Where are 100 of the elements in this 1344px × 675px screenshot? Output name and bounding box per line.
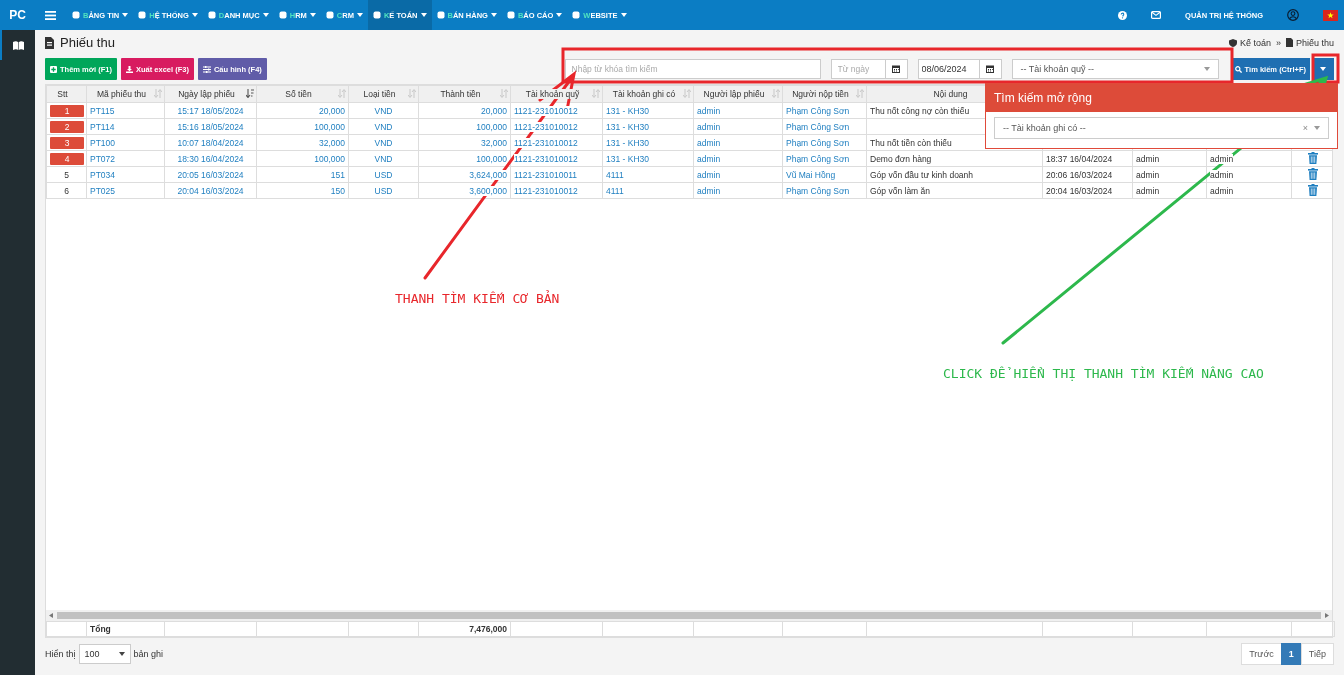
table-cell-link[interactable]: admin (697, 105, 721, 116)
table-cell-link[interactable]: 20:04 16/03/2024 (177, 185, 244, 196)
table-cell-link[interactable]: 100,000 (476, 153, 507, 164)
column-header[interactable]: Tài khoản quỹ (525, 89, 580, 99)
table-cell-link[interactable]: PT034 (90, 169, 116, 180)
column-header[interactable]: Thành tiền (440, 89, 481, 99)
table-cell-link[interactable]: 1121-231010011 (514, 169, 578, 180)
table-cell-link[interactable]: VND (374, 153, 393, 164)
table-cell-link[interactable]: 100,000 (476, 121, 507, 132)
table-cell-link[interactable]: 100,000 (314, 153, 345, 164)
table-cell-link[interactable]: PT072 (90, 153, 116, 164)
table-cell-link[interactable]: 10:07 18/04/2024 (177, 137, 244, 148)
pagination-button[interactable]: 1 (1280, 643, 1302, 665)
table-cell-link[interactable]: admin (697, 153, 721, 164)
table-cell-link[interactable]: 1121-231010012 (514, 121, 578, 132)
table-cell-link[interactable]: Vũ Mai Hồng (786, 169, 836, 180)
table-cell-link[interactable]: PT115 (90, 105, 115, 116)
sort-descending-icon[interactable] (246, 89, 254, 98)
trash-icon[interactable] (1308, 151, 1318, 164)
trash-icon[interactable] (1308, 167, 1318, 180)
help-icon[interactable] (1118, 10, 1128, 20)
scroll-left-icon[interactable] (49, 613, 53, 618)
table-cell-link[interactable]: 32,000 (319, 137, 345, 148)
table-cell-link[interactable]: 4111 (606, 169, 624, 180)
table-cell-link[interactable]: 1121-231010012 (514, 153, 578, 164)
table-cell-link[interactable]: VND (374, 105, 393, 116)
table-cell-link[interactable]: 1121-231010012 (514, 137, 578, 148)
calendar-button[interactable] (885, 59, 908, 79)
page-size-select[interactable]: 100 (78, 644, 131, 664)
calendar-icon (892, 65, 901, 73)
table-cell-link[interactable]: 3,600,000 (469, 185, 507, 196)
table-cell-link[interactable]: PT114 (90, 121, 115, 132)
brand-logo[interactable]: PC (0, 8, 35, 22)
table-cell-link[interactable]: admin (697, 137, 721, 148)
table-cell: admin (1136, 169, 1160, 180)
table-cell-link[interactable]: 32,000 (481, 137, 507, 148)
plus-icon (50, 65, 57, 73)
table-cell-link[interactable]: 131 - KH30 (606, 153, 649, 164)
to-date-field[interactable]: 08/06/2024 (917, 59, 980, 79)
table-cell-link[interactable]: 20,000 (319, 105, 345, 116)
scroll-right-icon[interactable] (1325, 613, 1329, 618)
table-cell-link[interactable]: 131 - KH30 (606, 137, 649, 148)
table-cell-link[interactable]: 15:17 18/05/2024 (177, 105, 244, 116)
pagination-button[interactable]: Tiếp (1300, 643, 1334, 665)
table-cell-link[interactable]: 131 - KH30 (606, 105, 649, 116)
table-cell-link[interactable]: 3,624,000 (469, 169, 507, 180)
table-cell-link[interactable]: PT100 (90, 137, 116, 148)
pagination-button[interactable]: Trước (1241, 643, 1282, 665)
column-header[interactable]: Loại tiền (363, 89, 396, 99)
column-header[interactable]: Mã phiếu thu (96, 89, 147, 99)
table-cell-link[interactable]: 1121-231010012 (514, 105, 578, 116)
trash-icon[interactable] (1308, 183, 1318, 196)
fund-account-select[interactable]: -- Tài khoản quỹ -- (1011, 59, 1219, 79)
flag-icon[interactable] (1323, 9, 1338, 21)
table-cell-link[interactable]: PT025 (90, 185, 116, 196)
column-header[interactable]: Nội dung (933, 89, 968, 99)
row-number-badge: 2 (50, 120, 84, 133)
table-cell-link[interactable]: USD (374, 185, 393, 196)
table-cell: admin (1210, 185, 1234, 196)
table-cell-link[interactable]: 150 (330, 185, 345, 196)
search-field[interactable]: Nhập từ khóa tìm kiếm (564, 59, 821, 79)
table-cell-link[interactable]: 131 - KH30 (606, 121, 649, 132)
table-cell-link[interactable]: admin (697, 185, 721, 196)
table-cell-link[interactable]: USD (374, 169, 393, 180)
column-header[interactable]: Người nộp tiền (792, 89, 849, 99)
table-cell-link[interactable]: 151 (330, 169, 345, 180)
column-header[interactable]: Ngày lập phiếu (178, 89, 235, 99)
column-header[interactable]: Stt (57, 89, 68, 99)
column-header[interactable]: Người lập phiếu (703, 89, 765, 99)
credit-account-select[interactable]: -- Tài khoản ghi có -- × (994, 117, 1329, 139)
table-cell-link[interactable]: 18:30 16/04/2024 (177, 153, 244, 164)
mail-icon[interactable] (1151, 11, 1162, 19)
table-cell-link[interactable]: VND (374, 137, 393, 148)
table-cell-link[interactable]: 100,000 (314, 121, 345, 132)
table-cell-link[interactable]: 4111 (606, 185, 624, 196)
caret-icon (1320, 67, 1326, 71)
column-header[interactable]: Tài khoản ghi có (612, 89, 676, 99)
book-icon (13, 40, 24, 50)
menu-icon[interactable] (45, 10, 56, 20)
column-header[interactable]: Số tiền (285, 89, 312, 99)
horizontal-scrollbar[interactable] (46, 610, 1332, 621)
user-icon[interactable] (1287, 9, 1299, 21)
row-number-badge: 1 (50, 104, 84, 117)
table-cell-link[interactable]: admin (697, 121, 721, 132)
table-cell-link[interactable]: Phạm Công Sơn (786, 105, 850, 116)
table-cell-link[interactable]: 1121-231010012 (514, 185, 578, 196)
breadcrumb-link[interactable]: Kế toán (1239, 37, 1271, 48)
clear-button[interactable]: × (1302, 123, 1308, 133)
from-date-field[interactable]: Từ ngày (830, 59, 886, 79)
table-cell-link[interactable]: 20:05 16/03/2024 (177, 169, 244, 180)
table-cell-link[interactable]: admin (697, 169, 721, 180)
table-cell-link[interactable]: Phạm Công Sơn (786, 121, 850, 132)
calendar-button[interactable] (979, 59, 1002, 79)
table-cell-link[interactable]: Phạm Công Sơn (786, 185, 850, 196)
table-cell-link[interactable]: 20,000 (481, 105, 507, 116)
table-cell-link[interactable]: Phạm Công Sơn (786, 137, 850, 148)
table-cell-link[interactable]: 15:16 18/05/2024 (177, 121, 244, 132)
table-cell-link[interactable]: VND (374, 121, 393, 132)
table-cell-link[interactable]: Phạm Công Sơn (786, 153, 850, 164)
menu-item-icon (325, 11, 334, 19)
